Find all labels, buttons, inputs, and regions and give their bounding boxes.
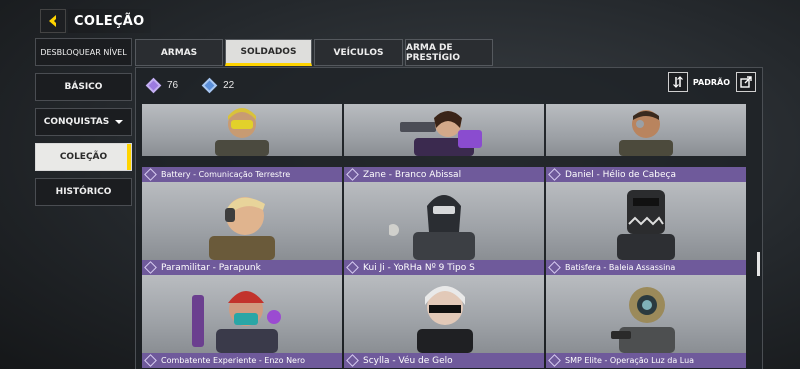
soldier-figure-icon xyxy=(192,291,281,353)
tab-weapons[interactable]: ARMAS xyxy=(135,39,223,66)
tab-soldiers[interactable]: SOLDADOS xyxy=(225,39,312,66)
soldier-name-text: SMP Elite - Operação Luz da Lua xyxy=(565,356,695,365)
soldier-figure-icon xyxy=(400,111,482,156)
rarity-diamond-icon xyxy=(548,354,561,367)
chevron-down-icon xyxy=(115,120,124,124)
soldier-figure-icon xyxy=(417,286,473,353)
soldier-figure-icon xyxy=(209,197,275,260)
soldier-card[interactable] xyxy=(142,104,342,156)
collection-panel: 76 22 PADRÃO Battery - Comunicação Terre… xyxy=(135,67,763,369)
scrollbar[interactable] xyxy=(757,252,760,276)
sort-controls: PADRÃO xyxy=(667,72,756,92)
page-title: COLEÇÃO xyxy=(68,9,151,33)
sidebar-item-collection[interactable]: COLEÇÃO xyxy=(35,143,132,171)
rarity-diamond-icon xyxy=(548,261,561,274)
blue-count: 22 xyxy=(223,79,235,91)
soldier-figure-icon xyxy=(611,287,675,353)
back-arrow-icon xyxy=(49,15,58,27)
soldier-name-text: Paramilitar - Parapunk xyxy=(161,262,261,273)
blue-diamond-icon xyxy=(201,77,218,93)
soldier-name-text: Scylla - Véu de Gelo xyxy=(363,355,453,366)
soldier-name: Scylla - Véu de Gelo xyxy=(344,353,544,368)
soldier-portrait xyxy=(546,182,746,260)
rarity-diamond-icon xyxy=(346,354,359,367)
soldier-portrait xyxy=(142,182,342,260)
soldier-card[interactable]: Scylla - Véu de Gelo xyxy=(344,353,544,368)
header: COLEÇÃO xyxy=(40,8,151,34)
soldier-card[interactable] xyxy=(344,104,544,156)
share-button[interactable] xyxy=(736,72,756,92)
rarity-diamond-icon xyxy=(346,261,359,274)
blue-count-stat: 22 xyxy=(201,77,235,93)
sidebar-item-label: CONQUISTAS xyxy=(43,117,110,127)
soldier-name: Battery - Comunicação Terrestre xyxy=(142,167,342,182)
soldier-figure-icon xyxy=(617,190,675,260)
rarity-diamond-icon xyxy=(346,168,359,181)
soldier-card[interactable]: Zane - Branco Abissal xyxy=(344,167,544,260)
purple-diamond-icon xyxy=(145,77,162,93)
soldier-name: Daniel - Hélio de Cabeça xyxy=(546,167,746,182)
rarity-diamond-icon xyxy=(144,261,157,274)
soldier-name: Batisfera - Baleia Assassina xyxy=(546,260,746,275)
sidebar-item-achievements[interactable]: CONQUISTAS xyxy=(35,108,132,136)
tab-vehicles[interactable]: VEÍCULOS xyxy=(314,39,403,66)
purple-count-stat: 76 xyxy=(145,77,179,93)
soldier-name: Combatente Experiente - Enzo Nero xyxy=(142,353,342,368)
soldier-name-text: Zane - Branco Abissal xyxy=(363,169,462,180)
soldier-name: SMP Elite - Operação Luz da Lua xyxy=(546,353,746,368)
soldier-figure-icon xyxy=(215,108,269,156)
soldier-card[interactable]: Kui Ji - YoRHa Nº 9 Tipo S xyxy=(344,260,544,353)
soldier-portrait xyxy=(546,104,746,156)
soldier-name: Zane - Branco Abissal xyxy=(344,167,544,182)
sidebar-item-unlock-level[interactable]: DESBLOQUEAR NÍVEL xyxy=(35,38,132,66)
sidebar-item-basic[interactable]: BÁSICO xyxy=(35,73,132,101)
soldier-grid: Battery - Comunicação Terrestre Zane - B… xyxy=(142,104,746,369)
soldier-name: Paramilitar - Parapunk xyxy=(142,260,342,275)
tab-prestige-weapon[interactable]: ARMA DE PRESTÍGIO xyxy=(405,39,493,66)
soldier-card[interactable]: Paramilitar - Parapunk xyxy=(142,260,342,353)
soldier-portrait xyxy=(344,275,544,353)
soldier-figure-icon xyxy=(619,110,673,156)
soldier-name-text: Battery - Comunicação Terrestre xyxy=(161,170,291,179)
soldier-card[interactable]: Combatente Experiente - Enzo Nero xyxy=(142,353,342,368)
soldier-name-text: Batisfera - Baleia Assassina xyxy=(565,263,676,272)
rarity-diamond-icon xyxy=(144,354,157,367)
purple-count: 76 xyxy=(167,79,179,91)
soldier-name-text: Kui Ji - YoRHa Nº 9 Tipo S xyxy=(363,262,475,273)
sort-icon xyxy=(672,76,683,88)
sidebar: DESBLOQUEAR NÍVEL BÁSICO CONQUISTAS COLE… xyxy=(35,38,132,213)
soldier-card[interactable]: Batisfera - Baleia Assassina xyxy=(546,260,746,353)
soldier-portrait xyxy=(344,104,544,156)
soldier-name-text: Combatente Experiente - Enzo Nero xyxy=(161,356,305,365)
share-icon xyxy=(740,76,752,88)
category-tabs: ARMAS SOLDADOS VEÍCULOS ARMA DE PRESTÍGI… xyxy=(135,39,495,66)
sort-label[interactable]: PADRÃO xyxy=(693,78,730,87)
soldier-card[interactable]: Battery - Comunicação Terrestre xyxy=(142,167,342,260)
soldier-card[interactable]: Daniel - Hélio de Cabeça xyxy=(546,167,746,260)
soldier-card[interactable]: SMP Elite - Operação Luz da Lua xyxy=(546,353,746,368)
soldier-name-text: Daniel - Hélio de Cabeça xyxy=(565,169,676,180)
soldier-card[interactable] xyxy=(546,104,746,156)
soldier-figure-icon xyxy=(389,195,475,260)
collection-stats: 76 22 xyxy=(145,76,260,94)
soldier-portrait xyxy=(142,275,342,353)
rarity-diamond-icon xyxy=(548,168,561,181)
back-button[interactable] xyxy=(40,9,66,33)
rarity-diamond-icon xyxy=(144,168,157,181)
sort-button[interactable] xyxy=(667,72,688,92)
soldier-portrait xyxy=(142,104,342,156)
soldier-portrait xyxy=(546,275,746,353)
sidebar-item-history[interactable]: HISTÓRICO xyxy=(35,178,132,206)
soldier-portrait xyxy=(344,182,544,260)
soldier-name: Kui Ji - YoRHa Nº 9 Tipo S xyxy=(344,260,544,275)
